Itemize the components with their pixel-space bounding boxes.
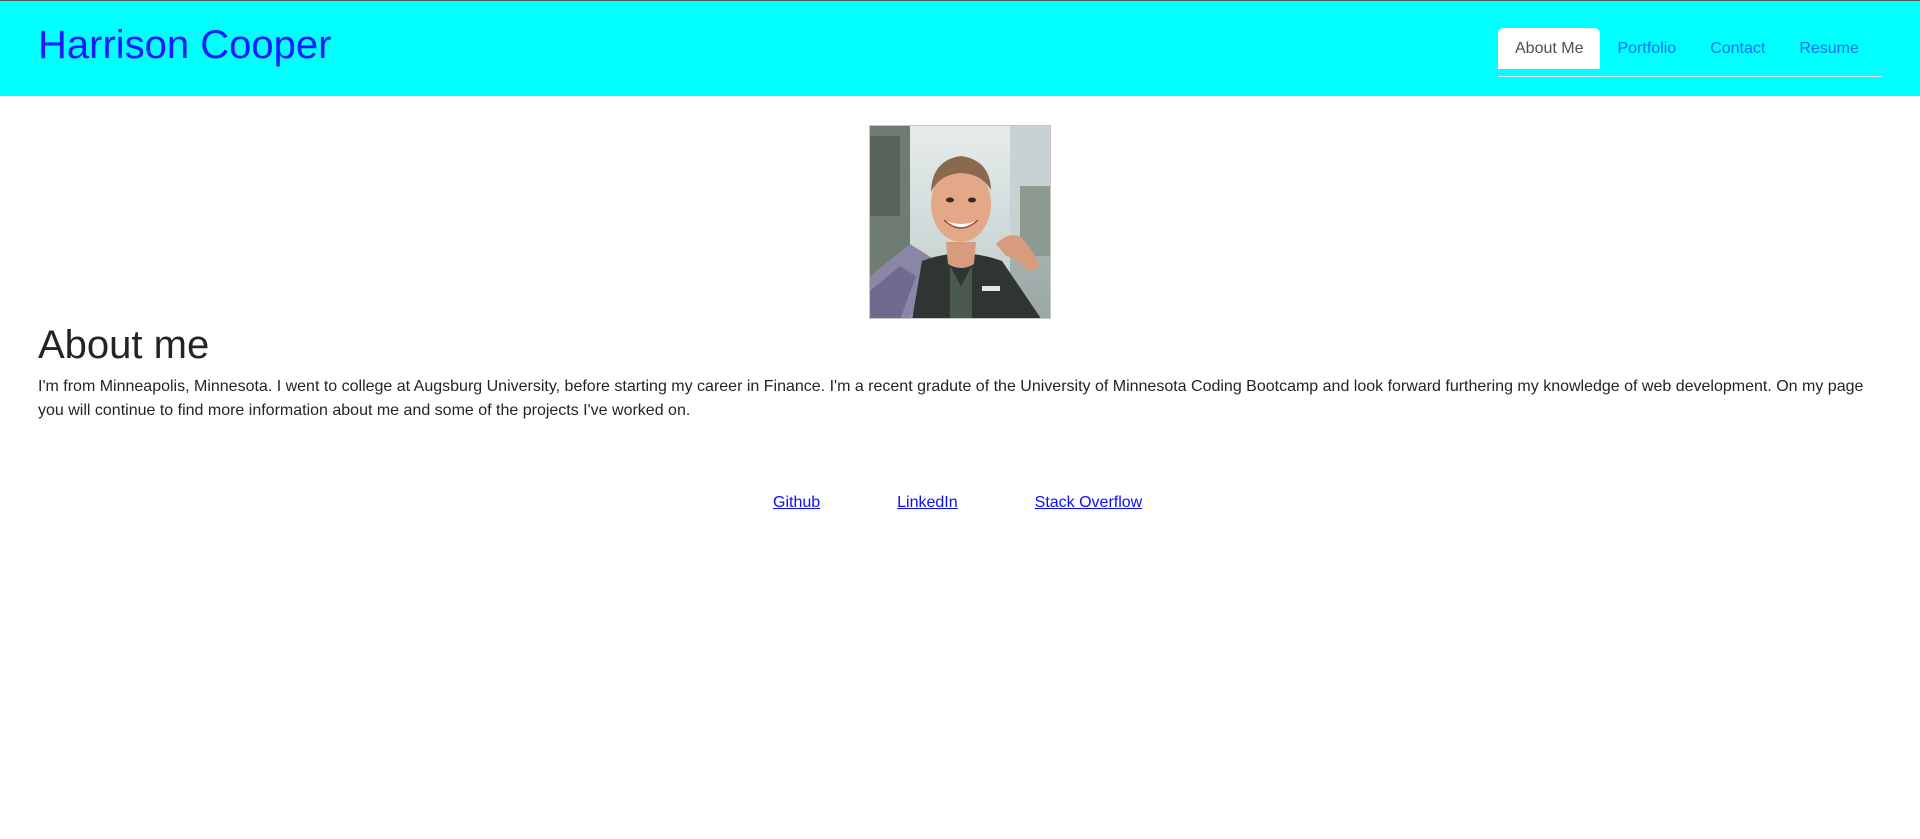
- nav-tabs: About Me Portfolio Contact Resume: [1498, 28, 1882, 77]
- tab-portfolio[interactable]: Portfolio: [1600, 28, 1693, 69]
- profile-photo: [869, 125, 1051, 319]
- stack-overflow-link[interactable]: Stack Overflow: [1035, 491, 1143, 515]
- about-heading: About me: [38, 323, 210, 367]
- site-title[interactable]: Harrison Cooper: [38, 21, 331, 69]
- tab-about-me[interactable]: About Me: [1498, 28, 1601, 69]
- tab-contact[interactable]: Contact: [1693, 28, 1782, 69]
- site-header: Harrison Cooper About Me Portfolio Conta…: [0, 0, 1920, 96]
- social-links: Github LinkedIn Stack Overflow: [773, 491, 1142, 515]
- profile-photo-icon: [870, 126, 1050, 318]
- github-link[interactable]: Github: [773, 491, 820, 515]
- about-paragraph: I'm from Minneapolis, Minnesota. I went …: [38, 378, 1864, 419]
- linkedin-link[interactable]: LinkedIn: [897, 491, 958, 515]
- tab-resume[interactable]: Resume: [1782, 28, 1876, 69]
